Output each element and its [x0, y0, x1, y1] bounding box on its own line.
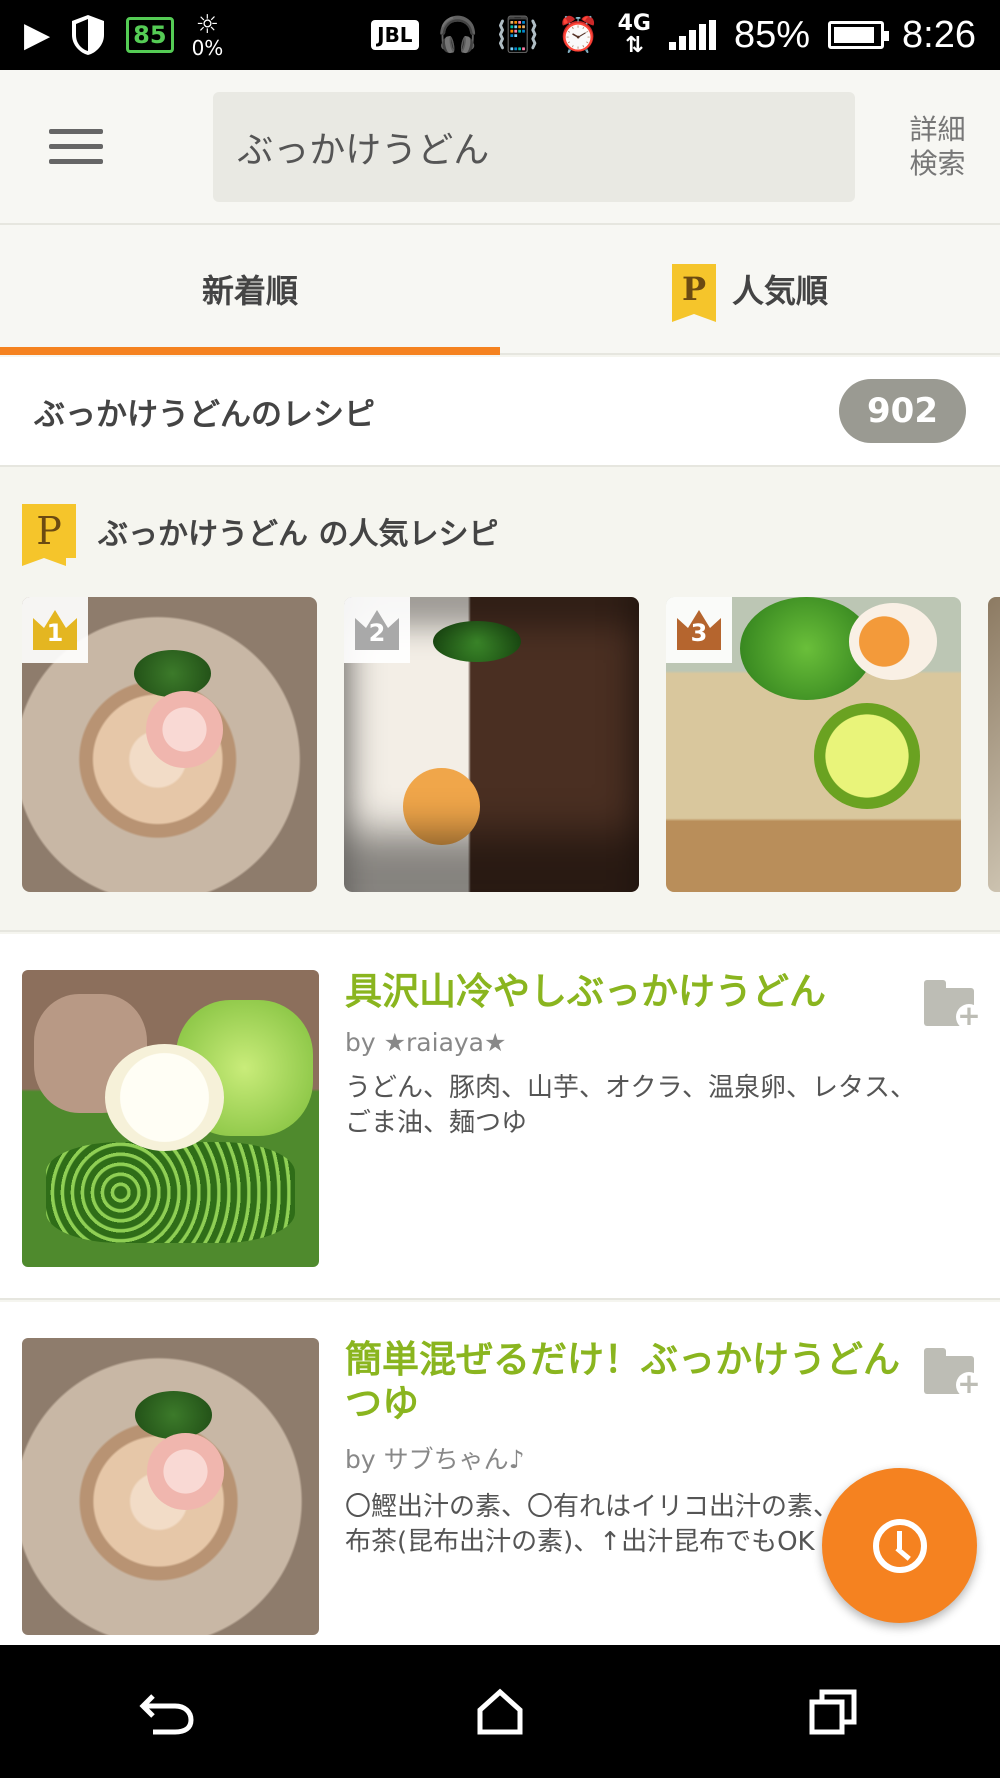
sort-tabs: 新着順 P 人気順 [0, 225, 1000, 355]
rank-badge-1: 1 [22, 597, 88, 663]
recipe-ingredients: うどん、豚肉、山芋、オクラ、温泉卵、レタス、ごま油、麺つゆ [345, 1073, 916, 1138]
jbl-icon: JBL [371, 20, 419, 50]
battery-saver-badge: 85 [126, 17, 174, 53]
tab-newest-label: 新着順 [201, 272, 298, 310]
tab-newest[interactable]: 新着順 [0, 225, 500, 355]
add-to-folder-icon[interactable]: + [924, 1348, 982, 1398]
search-input[interactable]: ぶっかけうどん [213, 91, 856, 202]
play-icon: ▶ [24, 15, 51, 55]
status-bar: ▶ 85 ☼ 0% JBL 🎧 📳 ⏰ 4G ⇅ 85% 8:26 [0, 0, 1000, 70]
signal-icon [668, 20, 716, 50]
search-value: ぶっかけうどん [237, 129, 490, 171]
premium-p-icon: P [671, 264, 716, 322]
recipe-count-label: ぶっかけうどんのレシピ [34, 396, 375, 433]
recipe-ingredients: 〇鰹出汁の素、〇有れはイリコ出汁の素、〇昆布茶(昆布出汁の素)、↑出汁昆布でもO… [345, 1492, 892, 1557]
menu-icon[interactable] [18, 70, 133, 223]
network-type: 4G ⇅ [617, 11, 651, 58]
popular-recipe-card-4-partial[interactable] [988, 597, 1000, 892]
popular-section-title: ぶっかけうどん の人気レシピ [98, 517, 499, 552]
detail-search-button[interactable]: 詳細 検索 [875, 113, 1000, 181]
system-nav-bar [0, 1645, 1000, 1778]
data-usage-indicator: ☼ 0% [192, 12, 224, 58]
popular-recipe-card-2[interactable]: 2 [344, 597, 639, 892]
recipe-thumbnail[interactable] [22, 1338, 319, 1635]
battery-percent: 85% [733, 13, 811, 56]
recipe-count-badge: 902 [839, 379, 966, 443]
tab-popular[interactable]: P 人気順 [500, 225, 1000, 353]
headset-icon: 🎧 [436, 15, 479, 55]
home-button[interactable] [440, 1662, 560, 1762]
vibrate-icon: 📳 [496, 15, 540, 55]
add-to-folder-icon[interactable]: + [924, 980, 982, 1030]
recipe-author: by ★raiaya★ [345, 1028, 507, 1057]
history-fab-button[interactable] [822, 1468, 977, 1623]
rank-badge-3: 3 [666, 597, 732, 663]
recipe-thumbnail[interactable] [22, 970, 319, 1267]
recipe-count-row: ぶっかけうどんのレシピ 902 [0, 357, 1000, 467]
crown-icon: 2 [355, 610, 399, 650]
brightness-icon: ☼ [195, 10, 220, 40]
tab-popular-label: 人気順 [731, 272, 828, 310]
detail-search-label-1: 詳細 [909, 112, 966, 146]
clock-time: 8:26 [902, 13, 976, 56]
recent-apps-icon [809, 1689, 857, 1734]
crown-icon: 1 [33, 610, 77, 650]
app-header: ぶっかけうどん 詳細 検索 [0, 70, 1000, 225]
data-percent: 0% [191, 36, 224, 60]
crown-icon: 3 [677, 610, 721, 650]
clock-icon [872, 1518, 927, 1573]
shield-icon [72, 15, 105, 55]
home-icon [477, 1688, 523, 1734]
popular-recipes-section: P ぶっかけうどん の人気レシピ 1 2 3 [0, 469, 1000, 932]
popular-recipe-card-1[interactable]: 1 [22, 597, 317, 892]
premium-p-icon: P [22, 504, 76, 566]
recent-apps-button[interactable] [773, 1662, 893, 1762]
battery-icon [828, 21, 890, 49]
recipe-list-item[interactable]: 具沢山冷やしぶっかけうどん by ★raiaya★ うどん、豚肉、山芋、オクラ、… [0, 934, 1000, 1300]
recipe-author: by サブちゃん♪ [345, 1445, 525, 1474]
recipe-title[interactable]: 簡単混ぜるだけ！ぶっかけうどん つゆ [345, 1338, 905, 1426]
back-icon [139, 1693, 194, 1734]
recipe-title[interactable]: 具沢山冷やしぶっかけうどん [345, 970, 925, 1014]
back-button[interactable] [107, 1662, 227, 1762]
detail-search-label-2: 検索 [909, 146, 966, 180]
popular-recipe-card-3[interactable]: 3 [666, 597, 961, 892]
alarm-icon: ⏰ [557, 15, 600, 55]
rank-badge-2: 2 [344, 597, 410, 663]
